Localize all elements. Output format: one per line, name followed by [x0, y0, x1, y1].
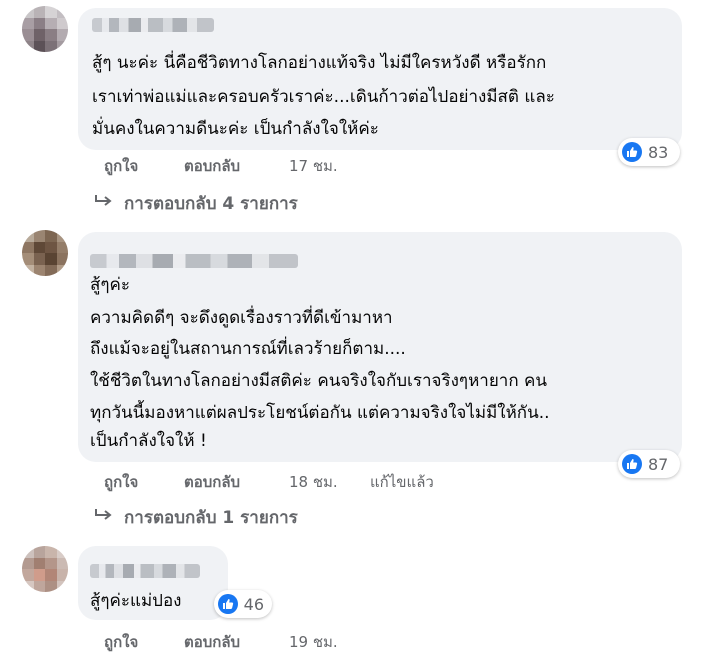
reply-button[interactable]: ตอบกลับ [184, 154, 240, 178]
timestamp[interactable]: 17 ชม. [289, 154, 338, 178]
comment-bubble: สู้ๆค่ะแม่ปอง [78, 546, 228, 620]
avatar[interactable] [22, 6, 68, 52]
commenter-name[interactable] [92, 18, 214, 32]
comment-text-line: ใช้ชีวิตในทางโลกอย่างมีสติค่ะ คนจริงใจกั… [90, 371, 548, 391]
view-replies-label: การตอบกลับ 4 รายการ [124, 194, 298, 214]
comment-text-line: ถึงแม้จะอยู่ในสถานการณ์ที่เลวร้ายก็ตาม..… [90, 339, 406, 359]
comment-text-line: เราเท่าพ่อแม่และครอบครัวเราค่ะ...เดินก้า… [92, 87, 555, 107]
avatar[interactable] [22, 546, 68, 592]
comment-text-line: เป็นกำลังใจให้ ! [90, 431, 207, 451]
reaction-count: 87 [648, 454, 669, 474]
comment-text-line: ทุกวันนี้มองหาแต่ผลประโยชน์ต่อกัน แต่ควา… [90, 403, 550, 423]
like-icon [622, 454, 642, 474]
like-button[interactable]: ถูกใจ [104, 154, 138, 178]
reaction-count: 83 [648, 142, 669, 162]
comment-bubble: สู้ๆ นะค่ะ นี่คือชีวิตทางโลกอย่างแท้จริง… [78, 8, 682, 150]
timestamp[interactable]: 18 ชม. [289, 470, 338, 494]
view-replies-label: การตอบกลับ 1 รายการ [124, 508, 298, 528]
like-icon [622, 142, 642, 162]
comment-text-line: มั่นคงในความดีนะค่ะ เป็นกำลังใจให้ค่ะ [92, 119, 379, 139]
reply-arrow-icon [94, 507, 114, 528]
comment-text-line: สู้ๆ นะค่ะ นี่คือชีวิตทางโลกอย่างแท้จริง… [92, 53, 547, 73]
like-icon [218, 594, 238, 614]
reaction-count-badge[interactable]: 87 [618, 450, 680, 478]
comment-text-line: สู้ๆค่ะแม่ปอง [90, 591, 182, 611]
like-button[interactable]: ถูกใจ [104, 630, 138, 654]
commenter-name[interactable] [90, 254, 298, 268]
like-button[interactable]: ถูกใจ [104, 470, 138, 494]
timestamp[interactable]: 19 ชม. [289, 630, 338, 654]
reply-arrow-icon [94, 193, 114, 214]
commenter-name[interactable] [90, 564, 200, 578]
reaction-count-badge[interactable]: 83 [618, 138, 680, 166]
edited-label[interactable]: แก้ไขแล้ว [370, 470, 434, 494]
comment-text-line: ความคิดดีๆ จะดึงดูดเรื่องราวที่ดีเข้ามาห… [90, 308, 393, 328]
avatar[interactable] [22, 230, 68, 276]
view-replies-link[interactable]: การตอบกลับ 4 รายการ [94, 190, 298, 217]
view-replies-link[interactable]: การตอบกลับ 1 รายการ [94, 504, 298, 531]
comment-text-line: สู้ๆค่ะ [90, 275, 131, 295]
reply-button[interactable]: ตอบกลับ [184, 630, 240, 654]
reaction-count: 46 [243, 594, 264, 614]
reply-button[interactable]: ตอบกลับ [184, 470, 240, 494]
comment-bubble: สู้ๆค่ะ ความคิดดีๆ จะดึงดูดเรื่องราวที่ด… [78, 232, 682, 462]
reaction-count-badge[interactable]: 46 [214, 590, 272, 618]
